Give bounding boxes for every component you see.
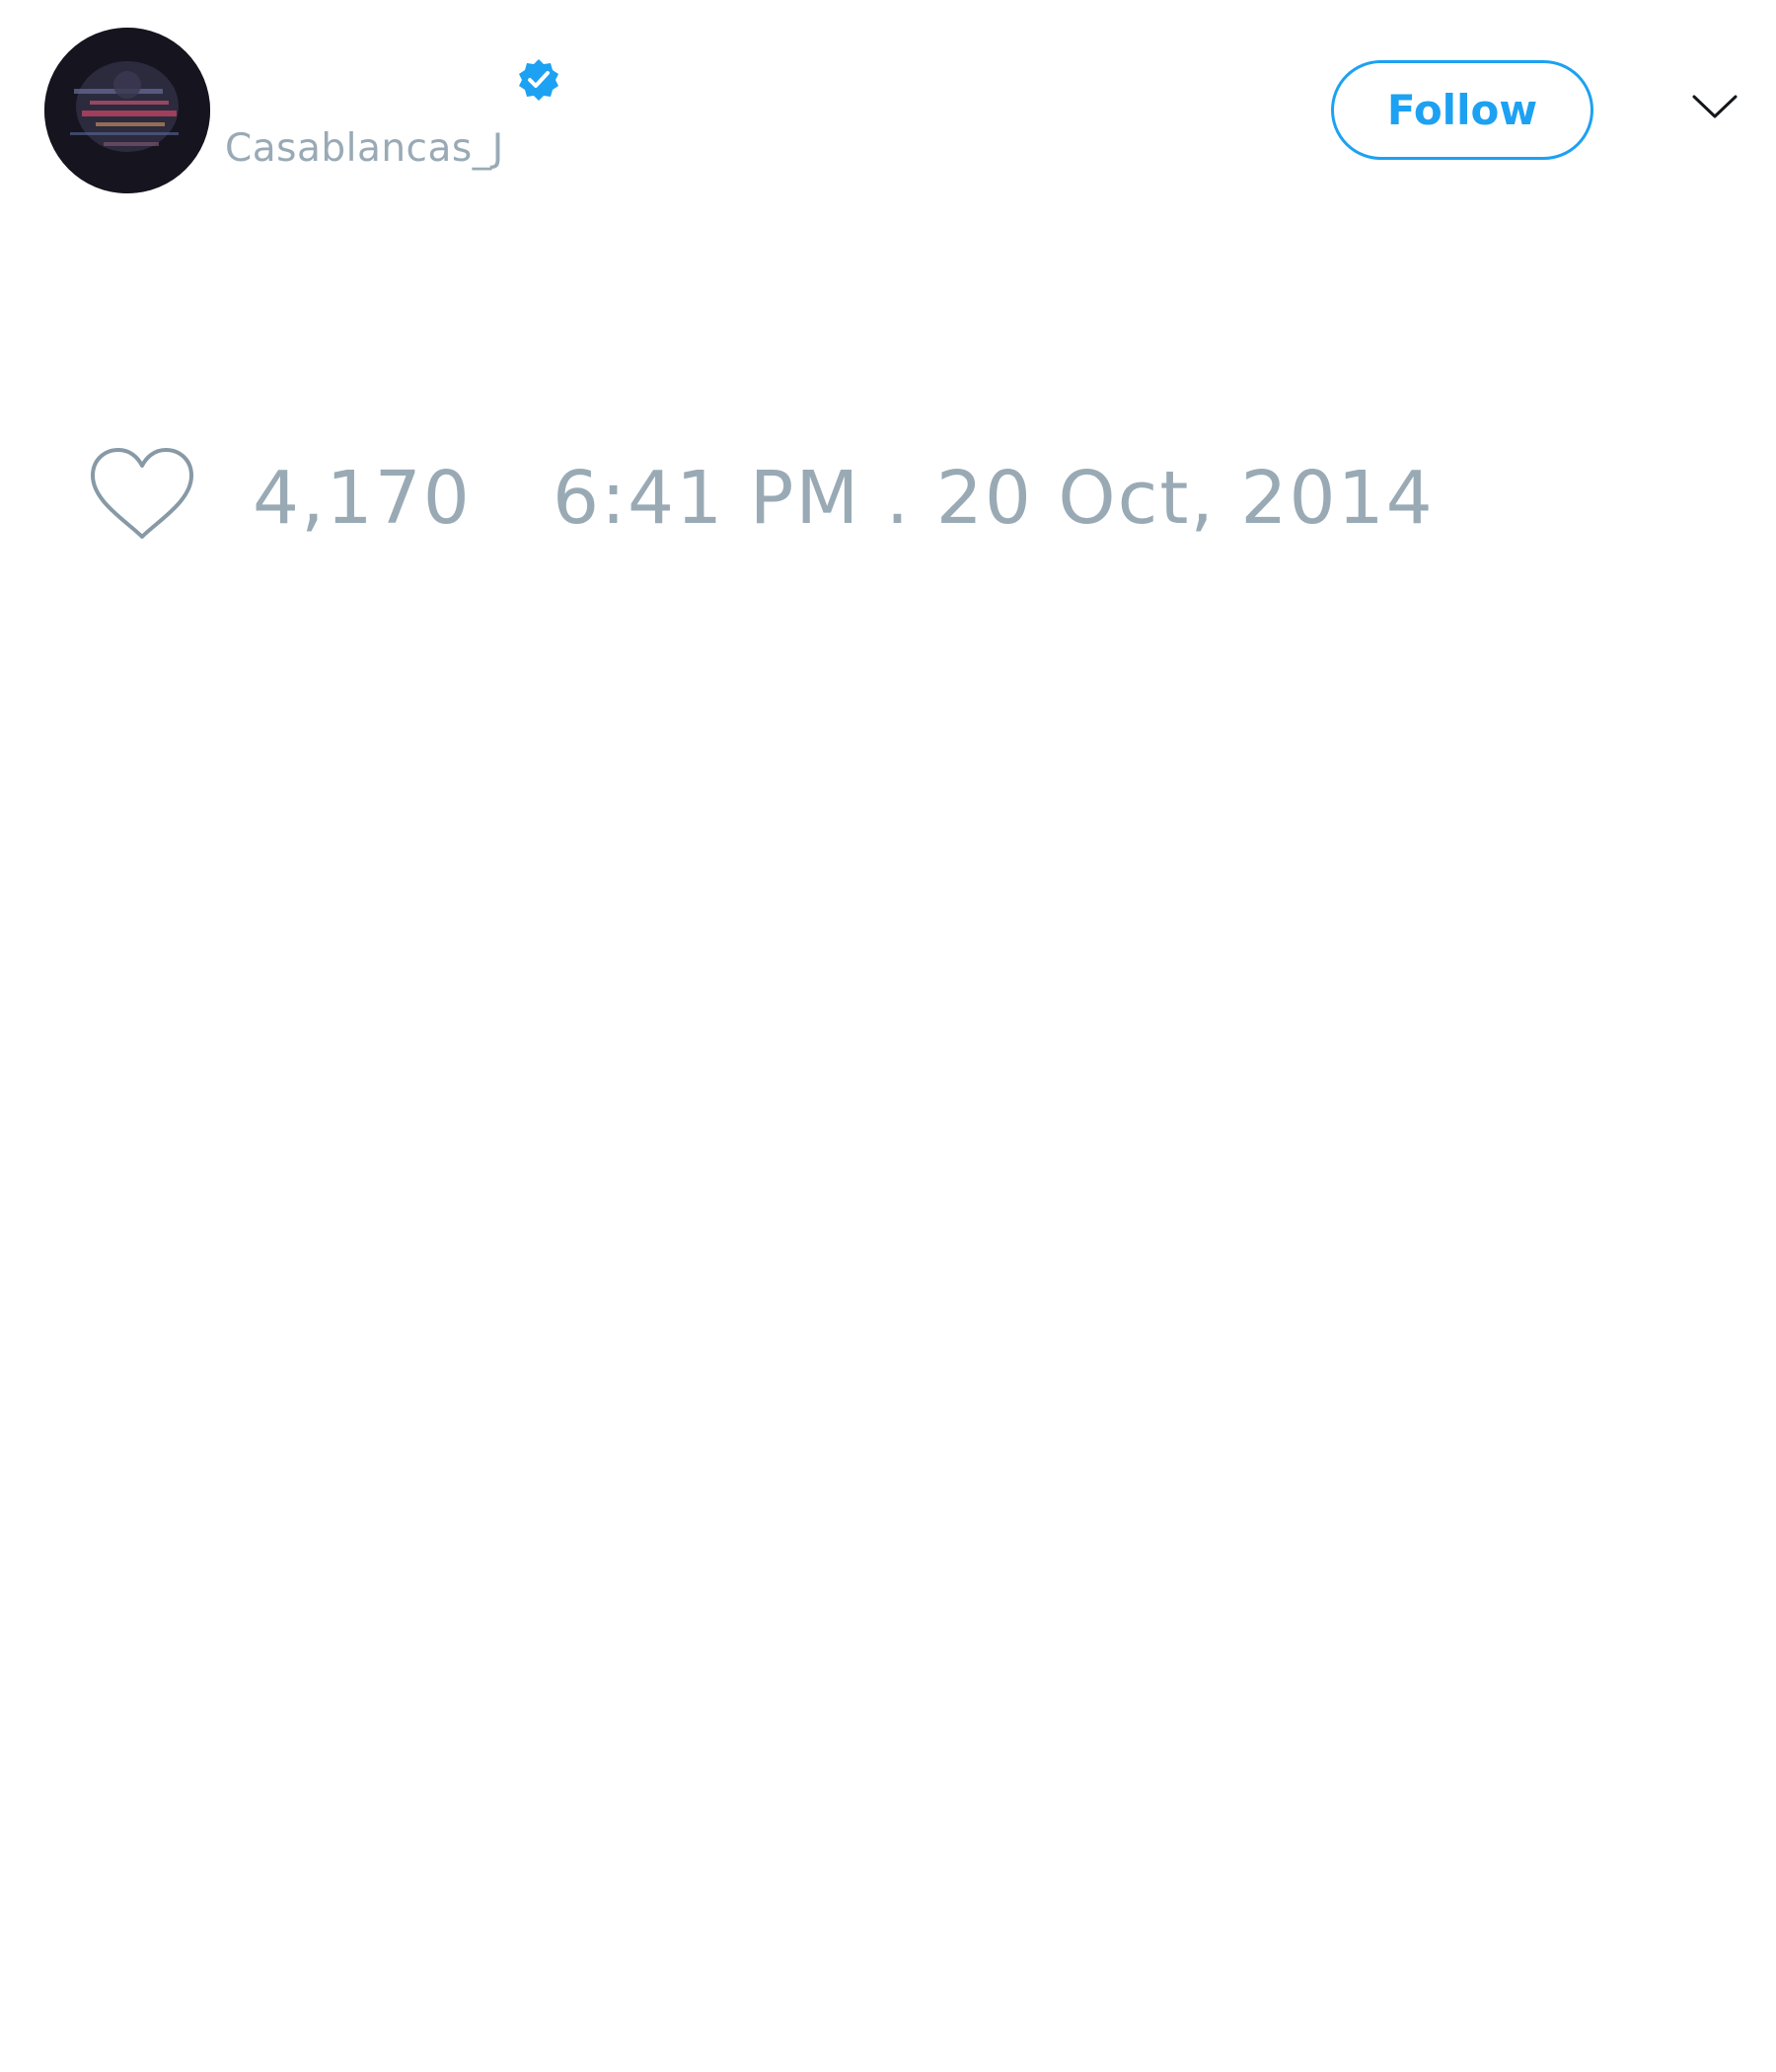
tweet-timestamp[interactable]: 6:41 PM . 20 Oct, 2014 (553, 454, 1435, 543)
heart-icon (91, 448, 193, 539)
like-count: 4,170 (253, 456, 472, 541)
chevron-down-icon[interactable] (1691, 91, 1739, 122)
verified-badge-icon (519, 59, 558, 101)
avatar-image (44, 28, 210, 193)
tweet-header: Casablancas_J Follow (0, 0, 1776, 217)
follow-button[interactable]: Follow (1331, 60, 1593, 160)
tweet-footer: 4,170 6:41 PM . 20 Oct, 2014 (0, 434, 1776, 562)
like-button[interactable] (87, 446, 197, 545)
display-name-row (225, 51, 620, 111)
author-username[interactable]: Casablancas_J (225, 124, 504, 174)
author-avatar[interactable] (44, 28, 210, 193)
